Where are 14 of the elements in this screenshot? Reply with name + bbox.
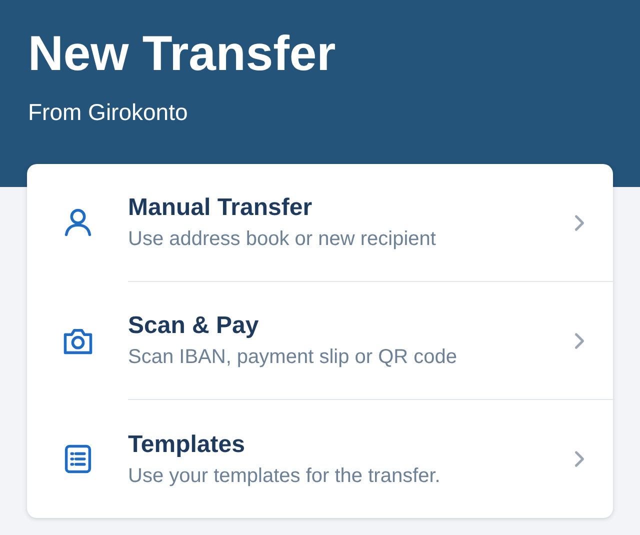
transfer-option[interactable]: Manual Transfer Use address book or new recipient: [27, 164, 613, 282]
chevron-right-icon: [574, 332, 585, 350]
option-description: Use your templates for the transfer.: [128, 464, 442, 488]
page-title: New Transfer: [28, 26, 336, 83]
option-title: Scan & Pay: [128, 312, 260, 340]
chevron-right-icon: [574, 450, 585, 468]
option-description: Use address book or new recipient: [128, 228, 437, 251]
transfer-option[interactable]: Templates Use your templates for the transfer.: [27, 400, 613, 518]
chevron-right-icon: [574, 214, 585, 232]
transfer-option[interactable]: Scan & Pay Scan IBAN, payment slip or QR code: [27, 282, 613, 400]
account-subtitle: From Girokonto: [28, 99, 188, 126]
option-title: Manual Transfer: [128, 194, 314, 222]
option-title: Templates: [128, 430, 246, 458]
option-description: Scan IBAN, payment slip or QR code: [128, 346, 458, 369]
